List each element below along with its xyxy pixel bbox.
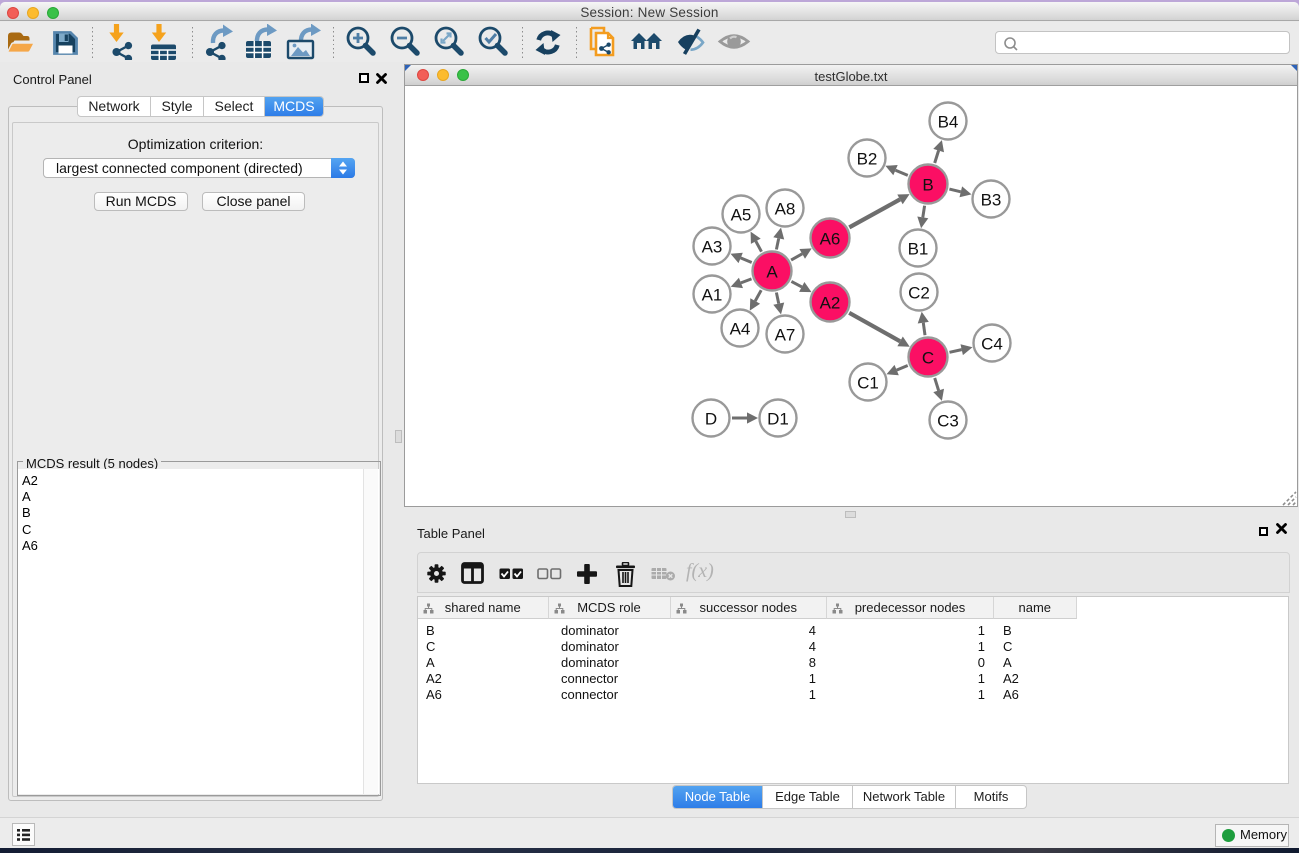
svg-text:D: D	[705, 410, 717, 429]
svg-text:A2: A2	[820, 294, 841, 313]
svg-text:D1: D1	[767, 410, 789, 429]
svg-text:B1: B1	[908, 240, 929, 259]
svg-text:B4: B4	[938, 113, 959, 132]
svg-text:A4: A4	[730, 320, 751, 339]
svg-text:B2: B2	[857, 150, 878, 169]
svg-text:C: C	[922, 349, 934, 368]
svg-text:C4: C4	[981, 335, 1003, 354]
svg-text:C1: C1	[857, 374, 879, 393]
svg-text:B3: B3	[981, 191, 1002, 210]
svg-text:A: A	[766, 263, 778, 282]
svg-text:A3: A3	[702, 238, 723, 257]
svg-text:A5: A5	[731, 206, 752, 225]
svg-text:A8: A8	[775, 200, 796, 219]
svg-text:A6: A6	[820, 230, 841, 249]
svg-text:B: B	[922, 176, 933, 195]
svg-text:A1: A1	[702, 286, 723, 305]
svg-text:C2: C2	[908, 284, 930, 303]
svg-text:C3: C3	[937, 412, 959, 431]
svg-text:A7: A7	[775, 326, 796, 345]
